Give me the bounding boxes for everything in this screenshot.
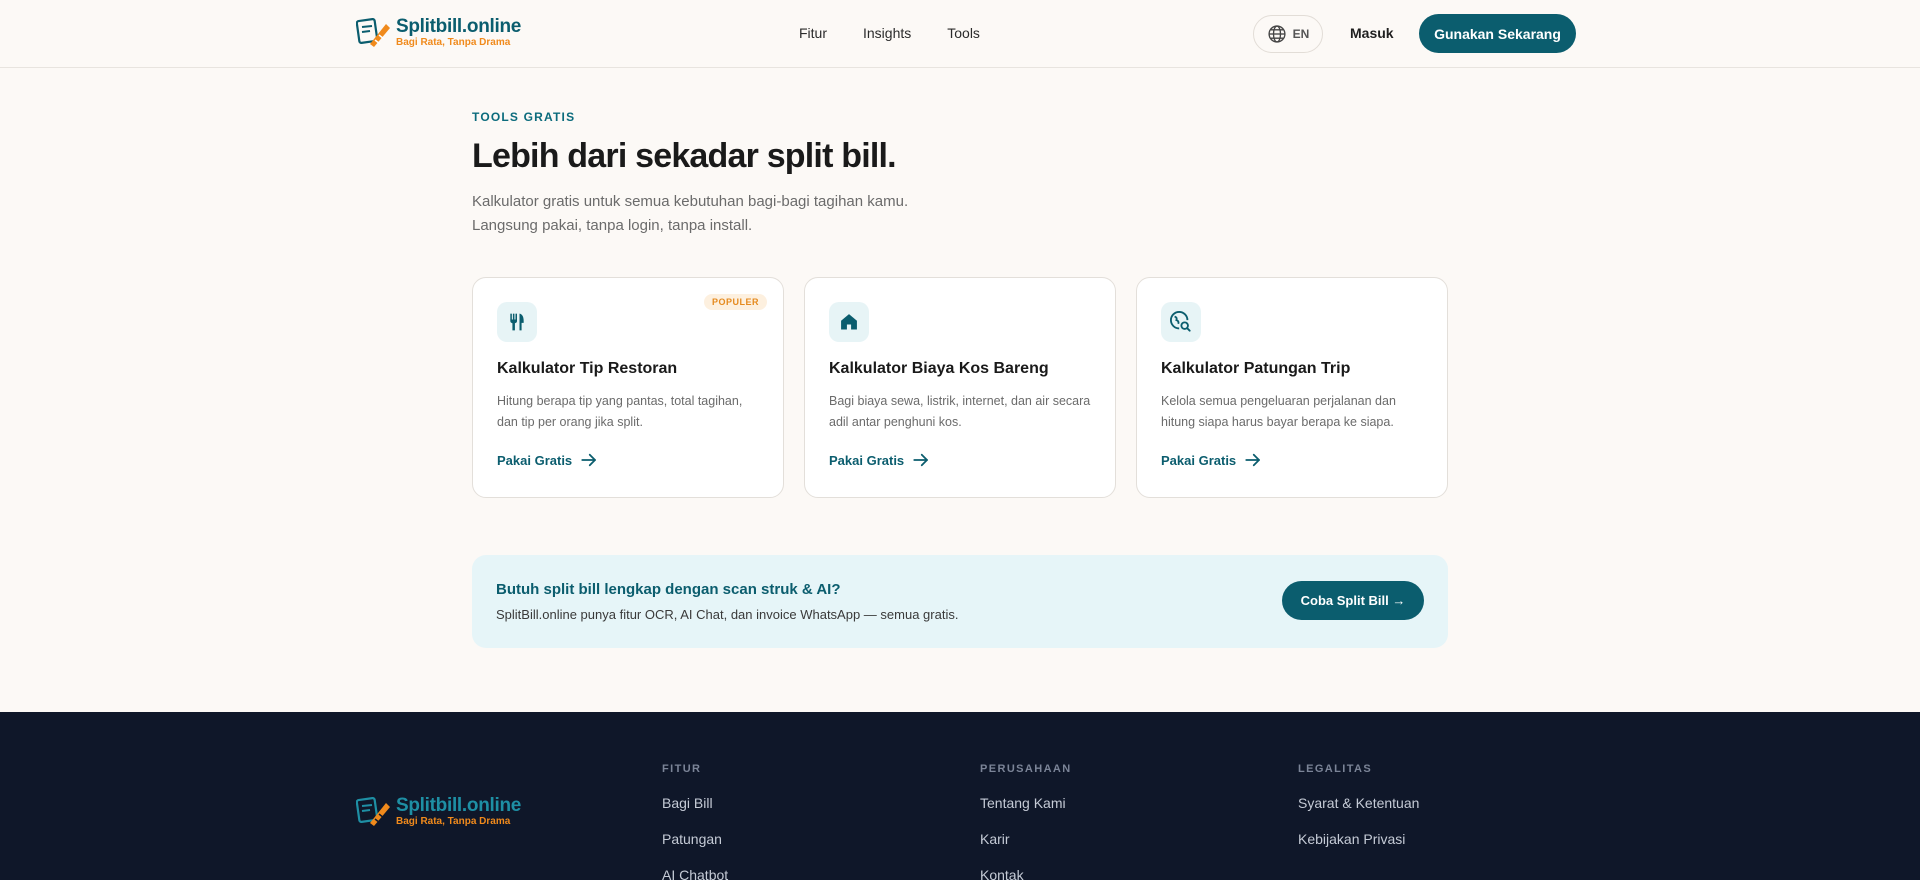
card-description: Bagi biaya sewa, listrik, internet, dan … <box>829 394 1091 429</box>
footer-link[interactable]: Syarat & Ketentuan <box>1298 795 1419 811</box>
footer-link[interactable]: Kebijakan Privasi <box>1298 831 1419 847</box>
footer-column-legalitas: LEGALITAS Syarat & Ketentuan Kebijakan P… <box>1298 763 1419 867</box>
promo-description: SplitBill.online punya fitur OCR, AI Cha… <box>496 607 959 622</box>
globe-icon <box>1268 25 1286 43</box>
main-nav: Fitur Insights Tools <box>799 25 980 41</box>
card-title: Kalkulator Patungan Trip <box>1161 360 1351 377</box>
card-link[interactable]: Pakai Gratis <box>829 451 930 469</box>
get-started-button[interactable]: Gunakan Sekarang <box>1419 14 1576 53</box>
nav-item-tools[interactable]: Tools <box>947 25 980 41</box>
card-link-label: Pakai Gratis <box>1161 452 1237 468</box>
promo-banner: Butuh split bill lengkap dengan scan str… <box>472 555 1448 648</box>
card-link[interactable]: Pakai Gratis <box>1161 451 1262 469</box>
house-icon <box>841 314 857 330</box>
try-split-bill-button[interactable]: Coba Split Bill → <box>1282 581 1424 620</box>
card-link[interactable]: Pakai Gratis <box>497 451 598 469</box>
utensils-icon <box>510 313 524 331</box>
page-title: Lebih dari sekadar split bill. <box>472 137 897 175</box>
card-link-label: Pakai Gratis <box>829 452 905 468</box>
tool-card-kos[interactable]: Kalkulator Biaya Kos Bareng Bagi biaya s… <box>804 277 1116 498</box>
footer-link[interactable]: AI Chatbot <box>662 867 728 880</box>
card-icon-wrap <box>829 302 869 342</box>
globe-search-icon <box>1170 311 1191 332</box>
tool-card-trip[interactable]: Kalkulator Patungan Trip Kelola semua pe… <box>1136 277 1448 498</box>
login-link[interactable]: Masuk <box>1350 25 1394 41</box>
footer-link[interactable]: Kontak <box>980 867 1072 880</box>
brand-logo[interactable]: Splitbill.online Bagi Rata, Tanpa Drama <box>356 16 521 48</box>
promo-title: Butuh split bill lengkap dengan scan str… <box>496 581 841 598</box>
subtitle-line-1: Kalkulator gratis untuk semua kebutuhan … <box>472 193 909 210</box>
nav-item-insights[interactable]: Insights <box>863 25 911 41</box>
footer-logo[interactable]: Splitbill.online Bagi Rata, Tanpa Drama <box>356 795 521 827</box>
footer-link[interactable]: Patungan <box>662 831 728 847</box>
site-footer: Splitbill.online Bagi Rata, Tanpa Drama … <box>0 712 1920 880</box>
nav-item-fitur[interactable]: Fitur <box>799 25 827 41</box>
card-description: Kelola semua pengeluaran perjalanan dan … <box>1161 394 1396 429</box>
popular-badge: POPULER <box>703 294 767 310</box>
footer-heading: PERUSAHAAN <box>980 763 1072 775</box>
top-header: Splitbill.online Bagi Rata, Tanpa Drama … <box>0 0 1920 68</box>
logo-tagline: Bagi Rata, Tanpa Drama <box>396 36 511 48</box>
card-icon-wrap <box>497 302 537 342</box>
footer-link[interactable]: Tentang Kami <box>980 795 1072 811</box>
card-title: Kalkulator Tip Restoran <box>497 360 678 377</box>
arrow-right-icon <box>913 453 929 467</box>
section-eyebrow: TOOLS GRATIS <box>472 110 576 124</box>
logo-mark-icon <box>356 797 390 826</box>
footer-logo-tagline: Bagi Rata, Tanpa Drama <box>396 815 511 827</box>
language-switcher[interactable]: EN <box>1253 15 1323 53</box>
footer-column-fitur: FITUR Bagi Bill Patungan AI Chatbot <box>662 763 728 880</box>
arrow-right-icon <box>581 453 597 467</box>
logo-name: Splitbill.online <box>396 15 522 37</box>
subtitle-line-2: Langsung pakai, tanpa login, tanpa insta… <box>472 217 753 234</box>
arrow-right-icon <box>1245 453 1261 467</box>
footer-link[interactable]: Bagi Bill <box>662 795 728 811</box>
card-link-label: Pakai Gratis <box>497 452 573 468</box>
language-label: EN <box>1292 27 1310 41</box>
card-icon-wrap <box>1161 302 1201 342</box>
tool-card-tip[interactable]: POPULER Kalkulator Tip Restoran Hitung b… <box>472 277 784 498</box>
card-title: Kalkulator Biaya Kos Bareng <box>829 360 1049 377</box>
logo-mark-icon <box>356 18 390 47</box>
footer-heading: FITUR <box>662 763 702 775</box>
footer-column-perusahaan: PERUSAHAAN Tentang Kami Karir Kontak <box>980 763 1072 880</box>
page-subtitle: Kalkulator gratis untuk semua kebutuhan … <box>472 190 992 238</box>
footer-logo-name: Splitbill.online <box>396 794 522 816</box>
footer-heading: LEGALITAS <box>1298 763 1373 775</box>
footer-link[interactable]: Karir <box>980 831 1072 847</box>
card-description: Hitung berapa tip yang pantas, total tag… <box>497 394 743 429</box>
